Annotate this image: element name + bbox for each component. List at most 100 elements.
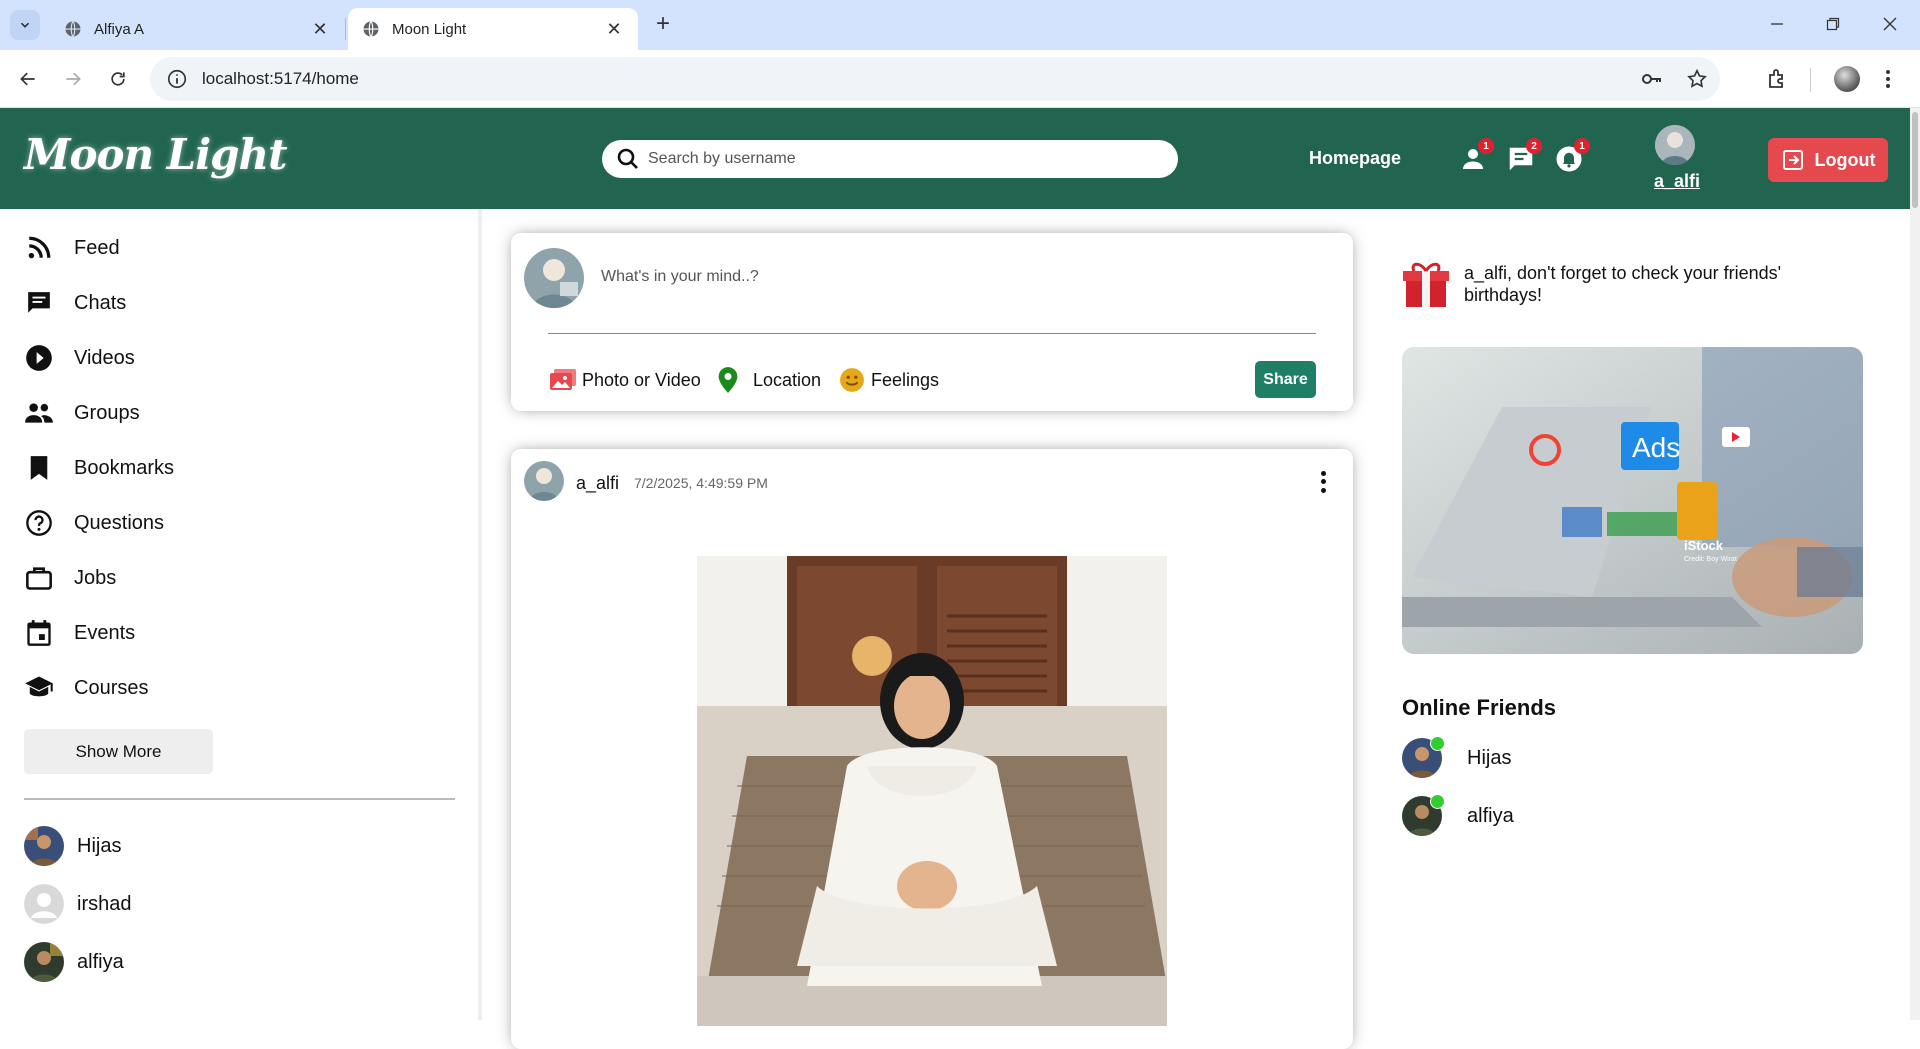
sidebar-item-jobs[interactable]: Jobs — [24, 560, 116, 596]
browser-tab-inactive[interactable]: Alfiya A ✕ — [50, 8, 344, 50]
browser-menu-icon[interactable] — [1885, 62, 1891, 96]
rss-icon — [24, 233, 54, 263]
scrollbar-thumb[interactable] — [1912, 112, 1918, 208]
online-friend-item[interactable]: Hijas — [1402, 736, 1512, 779]
url-text[interactable]: localhost:5174/home — [202, 69, 359, 89]
friend-name: irshad — [77, 892, 132, 915]
friend-name: Hijas — [77, 834, 122, 857]
online-status-dot — [1430, 794, 1445, 809]
location-label: Location — [753, 369, 822, 390]
advertisement-image[interactable]: Ads iStock Credit: Boy Wirat — [1402, 347, 1863, 654]
minimize-icon[interactable] — [1762, 10, 1792, 38]
globe-icon — [363, 21, 379, 37]
search-input[interactable] — [648, 150, 1148, 168]
sidebar-item-bookmarks[interactable]: Bookmarks — [24, 450, 174, 486]
friend-list-item[interactable]: alfiya — [24, 941, 124, 983]
friend-list-item[interactable]: Hijas — [24, 825, 121, 867]
post-date: 7/2/2025, 4:49:59 PM — [634, 475, 768, 491]
bookmark-icon — [24, 453, 54, 483]
browser-toolbar: localhost:5174/home — [0, 50, 1920, 108]
tab-search-button[interactable] — [10, 10, 40, 40]
sidebar-item-chats[interactable]: Chats — [24, 285, 126, 321]
post-username[interactable]: a_alfi — [576, 473, 619, 494]
profile-avatar[interactable] — [1834, 62, 1860, 96]
tab-title: Alfiya A — [94, 20, 145, 38]
logout-button[interactable]: Logout — [1768, 138, 1888, 182]
calendar-icon — [24, 618, 54, 648]
location-pin-icon — [713, 365, 743, 395]
tab-close-icon[interactable]: ✕ — [604, 19, 624, 40]
close-window-icon[interactable] — [1875, 10, 1905, 38]
friend-requests-badge: 1 — [1478, 138, 1494, 154]
star-icon[interactable] — [1686, 68, 1708, 90]
sidebar-border — [478, 209, 482, 1020]
location-option[interactable]: Location — [713, 365, 821, 395]
key-icon[interactable] — [1640, 67, 1664, 91]
online-friend-item[interactable]: alfiya — [1402, 794, 1514, 837]
share-input[interactable] — [601, 268, 1201, 286]
online-friends-title: Online Friends — [1402, 695, 1557, 720]
notifications-button[interactable]: 1 — [1554, 138, 1590, 174]
sidebar-item-label: Feed — [74, 236, 120, 259]
online-friend-name: Hijas — [1467, 746, 1512, 769]
ad-credit: Credit: Boy Wirat — [1684, 556, 1737, 563]
forward-arrow-icon[interactable] — [58, 64, 88, 94]
sidebar-item-label: Videos — [74, 346, 135, 369]
sidebar-item-questions[interactable]: Questions — [24, 505, 164, 541]
sidebar-item-courses[interactable]: Courses — [24, 670, 148, 706]
extensions-icon[interactable] — [1765, 62, 1789, 96]
back-arrow-icon[interactable] — [13, 64, 43, 94]
play-circle-icon — [24, 343, 54, 373]
sidebar-item-groups[interactable]: Groups — [24, 395, 140, 431]
browser-tab-active[interactable]: Moon Light ✕ — [348, 8, 638, 50]
reload-icon[interactable] — [103, 64, 133, 94]
header-username[interactable]: a_alfi — [1654, 171, 1700, 192]
site-info-icon[interactable] — [166, 68, 188, 90]
notifications-badge: 1 — [1574, 138, 1590, 154]
new-tab-icon[interactable]: + — [650, 12, 676, 38]
chat-icon — [24, 288, 54, 318]
tab-separator — [345, 18, 346, 40]
sidebar-item-label: Bookmarks — [74, 456, 175, 479]
sidebar-item-videos[interactable]: Videos — [24, 340, 135, 376]
chevron-down-icon — [20, 22, 30, 28]
post-avatar[interactable] — [524, 461, 564, 501]
address-bar[interactable]: localhost:5174/home — [150, 57, 1720, 101]
friend-requests-button[interactable]: 1 — [1458, 138, 1494, 174]
feelings-label: Feelings — [871, 369, 940, 390]
homepage-link[interactable]: Homepage — [1309, 148, 1401, 169]
show-more-button[interactable]: Show More — [24, 729, 213, 774]
messages-badge: 2 — [1526, 138, 1542, 154]
sidebar-item-feed[interactable]: Feed — [24, 230, 120, 266]
online-friend-avatar — [1402, 794, 1445, 836]
friend-name: alfiya — [77, 950, 124, 973]
online-friend-avatar — [1402, 736, 1445, 778]
school-icon — [24, 673, 54, 703]
messages-button[interactable]: 2 — [1506, 138, 1542, 174]
share-card: Photo or Video Location Feelings Share — [511, 233, 1353, 411]
default-avatar-icon — [24, 884, 64, 924]
online-status-dot — [1430, 736, 1445, 751]
logo[interactable]: Moon Light — [24, 130, 287, 179]
user-avatar[interactable] — [1655, 125, 1695, 165]
globe-icon — [65, 21, 81, 37]
photo-video-option[interactable]: Photo or Video — [548, 365, 701, 395]
share-button[interactable]: Share — [1255, 361, 1316, 398]
share-divider — [548, 333, 1316, 334]
group-icon — [24, 398, 54, 428]
sidebar-item-label: Groups — [74, 401, 140, 424]
search-bar[interactable] — [602, 140, 1178, 178]
share-avatar — [524, 248, 584, 308]
birthday-reminder: a_alfi, don't forget to check your frien… — [1464, 263, 1782, 305]
browser-tab-bar: Alfiya A ✕ Moon Light ✕ + — [0, 0, 1920, 50]
friend-list-item[interactable]: irshad — [24, 883, 131, 925]
tab-close-icon[interactable]: ✕ — [310, 19, 330, 40]
page-scrollbar[interactable] — [1910, 108, 1920, 1020]
briefcase-icon — [24, 563, 54, 593]
restore-icon[interactable] — [1818, 10, 1848, 38]
post-image[interactable] — [697, 556, 1167, 1026]
feelings-option[interactable]: Feelings — [837, 365, 939, 395]
left-sidebar: Feed Chats Videos Groups Bookmarks Quest… — [0, 209, 480, 1020]
more-options-icon[interactable] — [1311, 469, 1335, 495]
sidebar-item-events[interactable]: Events — [24, 615, 135, 651]
